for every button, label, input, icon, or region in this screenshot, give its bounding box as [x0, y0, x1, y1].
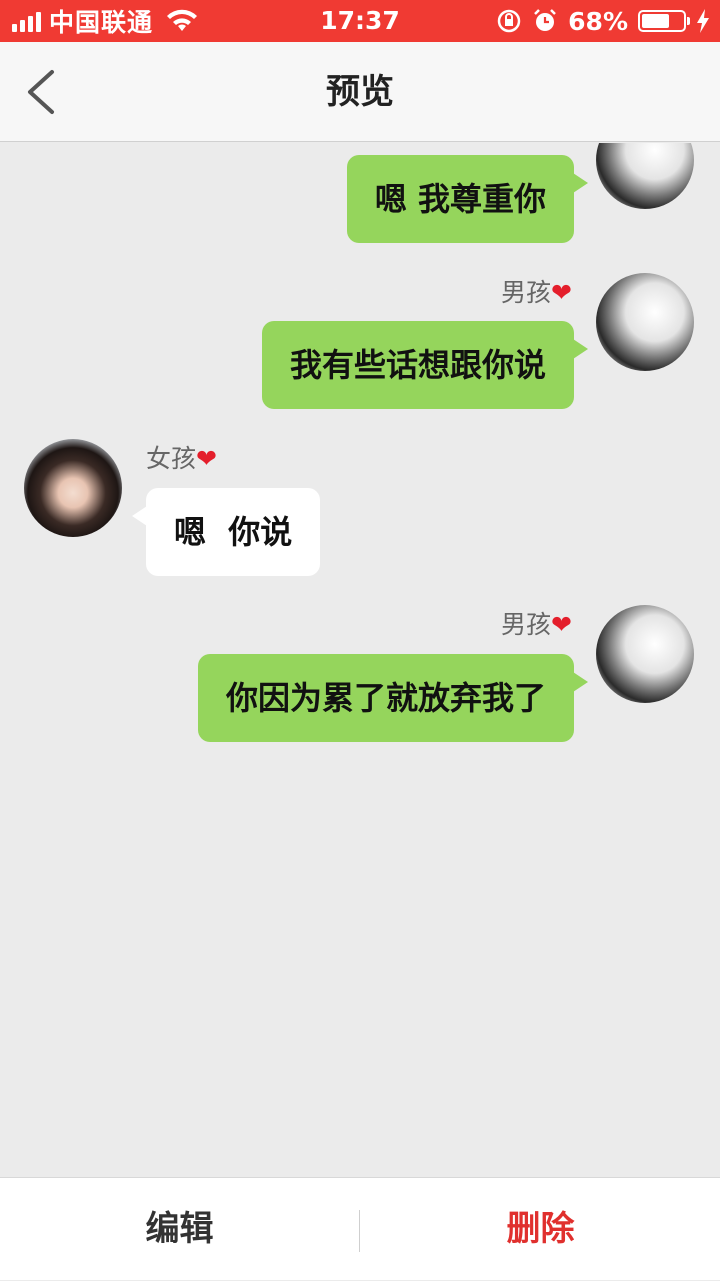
edit-button[interactable]: 编辑 [0, 1178, 359, 1281]
message-bubble[interactable]: 嗯 你说 [131, 488, 321, 576]
avatar-boy[interactable] [596, 143, 694, 209]
status-bar: 中国联通 17:37 68% [0, 0, 720, 42]
message-bubble[interactable]: 嗯 我尊重你 [346, 155, 589, 243]
battery-icon [638, 10, 690, 32]
avatar-boy[interactable] [596, 605, 694, 703]
sender-name: 女孩❤ [146, 439, 217, 475]
avatar-girl[interactable] [24, 439, 122, 537]
sender-name: 男孩❤ [501, 273, 572, 309]
delete-button[interactable]: 删除 [361, 1178, 720, 1281]
charging-icon [697, 9, 709, 33]
message-bubble[interactable]: 我有些话想跟你说 [261, 321, 589, 409]
rotation-lock-icon [497, 9, 521, 33]
sender-name: 男孩❤ [501, 605, 572, 641]
nav-bar: 预览 [0, 42, 720, 142]
heart-icon: ❤ [551, 278, 572, 307]
heart-icon: ❤ [196, 444, 217, 473]
chat-area: 嗯 我尊重你 男孩❤ 我有些话想跟你说 女孩❤ 嗯 你说 男孩❤ 你因为累了就放… [0, 143, 720, 1177]
heart-icon: ❤ [551, 610, 572, 639]
page-title: 预览 [326, 72, 394, 112]
avatar-boy[interactable] [596, 273, 694, 371]
sender-name-text: 男孩 [501, 610, 552, 639]
alarm-icon [534, 9, 557, 31]
battery-fill [642, 14, 669, 28]
sender-name-text: 女孩 [146, 444, 197, 473]
message-bubble[interactable]: 你因为累了就放弃我了 [197, 654, 589, 742]
battery-percent: 68% [568, 6, 628, 36]
sender-name-text: 男孩 [501, 278, 552, 307]
divider [359, 1210, 360, 1252]
bottom-bar: 编辑 删除 [0, 1177, 720, 1280]
status-right: 68% [496, 0, 710, 42]
